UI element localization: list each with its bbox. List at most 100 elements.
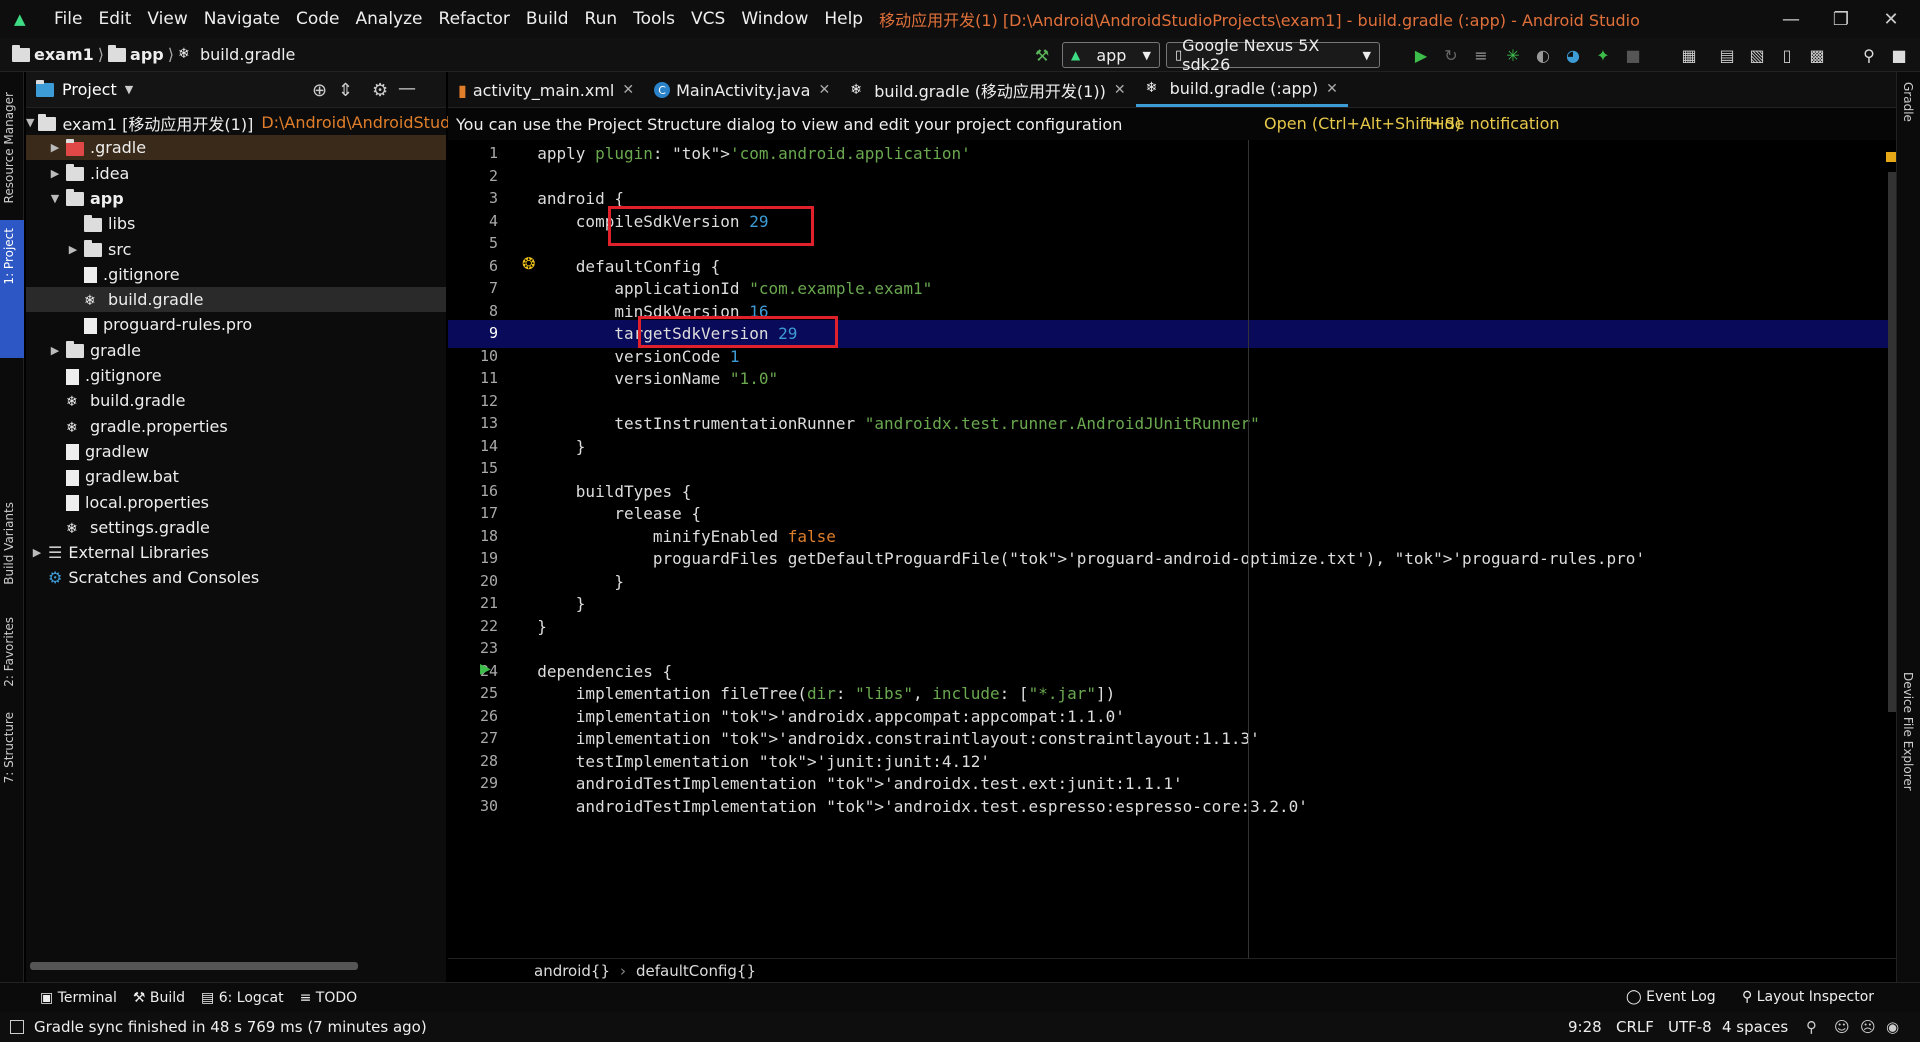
tool-logcat[interactable]: ▤ 6: Logcat bbox=[201, 990, 284, 1006]
search-icon[interactable]: ⚲ bbox=[1858, 42, 1880, 68]
sync-gradle-icon[interactable]: ▦ bbox=[1678, 42, 1700, 68]
tab-mainactivity-java[interactable]: C MainActivity.java ✕ bbox=[644, 73, 840, 107]
crumb-defaultconfig[interactable]: defaultConfig{} bbox=[636, 962, 756, 980]
menu-run[interactable]: Run bbox=[577, 9, 626, 29]
file-encoding[interactable]: UTF-8 bbox=[1668, 1018, 1712, 1036]
tree-item[interactable]: ❄ build.gradle bbox=[26, 287, 446, 313]
tool-build[interactable]: ⚒ Build bbox=[133, 990, 185, 1006]
intention-bulb-icon[interactable]: ❂ bbox=[522, 254, 535, 273]
run-config-select[interactable]: ▲ app ▼ bbox=[1062, 42, 1160, 68]
chevron-down-icon[interactable]: ▼ bbox=[125, 83, 133, 96]
tab-build-gradle-app[interactable]: ❄ build.gradle (:app) ✕ bbox=[1135, 73, 1348, 107]
hide-notification-link[interactable]: Hide notification bbox=[1428, 114, 1560, 133]
tool-build-variants[interactable]: Build Variants bbox=[2, 502, 16, 585]
collapse-all-icon[interactable]: ⇕ bbox=[338, 80, 353, 101]
code-editor[interactable]: apply plugin: "tok">'com.android.applica… bbox=[518, 140, 1896, 958]
tool-layout-inspector[interactable]: ⚲ Layout Inspector bbox=[1742, 989, 1874, 1005]
tool-favorites[interactable]: 2: Favorites bbox=[2, 617, 16, 687]
inspection-status-icon[interactable] bbox=[1886, 152, 1896, 162]
menu-help[interactable]: Help bbox=[816, 9, 871, 29]
tree-item[interactable]: .gitignore bbox=[26, 363, 446, 388]
menu-vcs[interactable]: VCS bbox=[683, 9, 733, 29]
smiley-icon[interactable]: ☺ bbox=[1834, 1018, 1850, 1036]
tree-item[interactable]: ❄ settings.gradle bbox=[26, 515, 446, 540]
tab-activity-main-xml[interactable]: ▮ activity_main.xml ✕ bbox=[448, 73, 644, 107]
hide-panel-icon[interactable]: — bbox=[398, 78, 416, 99]
menu-build[interactable]: Build bbox=[518, 9, 577, 29]
tree-item[interactable]: gradlew.bat bbox=[26, 464, 446, 489]
restore-icon[interactable]: ❐ bbox=[1816, 0, 1866, 38]
stop-icon[interactable]: ■ bbox=[1622, 42, 1644, 68]
tool-event-log[interactable]: ◯ Event Log bbox=[1626, 989, 1716, 1005]
tree-item[interactable]: ❄ build.gradle bbox=[26, 388, 446, 413]
tree-item[interactable]: .gitignore bbox=[26, 262, 446, 287]
tree-item[interactable]: ▼ app bbox=[26, 186, 446, 211]
menu-code[interactable]: Code bbox=[288, 9, 348, 29]
project-structure-icon[interactable]: ▩ bbox=[1806, 42, 1828, 68]
locate-file-icon[interactable]: ⊕ bbox=[312, 80, 327, 101]
tool-structure[interactable]: 7: Structure bbox=[2, 712, 16, 783]
expanded-arrow-icon[interactable]: ▼ bbox=[48, 192, 62, 205]
tool-terminal[interactable]: ▣ Terminal bbox=[40, 990, 117, 1006]
menu-file[interactable]: File bbox=[46, 9, 90, 29]
tree-item[interactable]: ▼ exam1 [移动应用开发(1)] D:\Android\AndroidStud… bbox=[26, 110, 455, 135]
collapsed-arrow-icon[interactable]: ▶ bbox=[48, 344, 62, 357]
lock-icon[interactable]: ⚲ bbox=[1806, 1018, 1817, 1036]
line-separator[interactable]: CRLF bbox=[1616, 1018, 1654, 1036]
crumb-module[interactable]: app bbox=[130, 45, 164, 64]
crumb-android[interactable]: android{} bbox=[534, 962, 610, 980]
tree-item[interactable]: ⚙ Scratches and Consoles bbox=[26, 565, 446, 590]
tool-device-file-explorer[interactable]: Device File Explorer bbox=[1901, 672, 1915, 791]
close-tab-icon[interactable]: ✕ bbox=[622, 82, 634, 98]
profile-icon[interactable]: ◕ bbox=[1562, 42, 1584, 68]
gear-icon[interactable]: ⚙ bbox=[372, 80, 388, 101]
device-manager-icon[interactable]: ▯ bbox=[1776, 42, 1798, 68]
tool-todo[interactable]: ≡ TODO bbox=[300, 990, 358, 1006]
vertical-scrollbar[interactable] bbox=[1888, 172, 1896, 712]
sdk-manager-icon[interactable]: ▧ bbox=[1746, 42, 1768, 68]
collapsed-arrow-icon[interactable]: ▶ bbox=[48, 167, 62, 180]
status-message[interactable]: Gradle sync finished in 48 s 769 ms (7 m… bbox=[34, 1018, 427, 1036]
menu-navigate[interactable]: Navigate bbox=[196, 9, 288, 29]
horizontal-scrollbar[interactable] bbox=[30, 962, 358, 970]
debug-icon[interactable]: ✳ bbox=[1502, 42, 1524, 68]
menu-window[interactable]: Window bbox=[733, 9, 816, 29]
crumb-file[interactable]: build.gradle bbox=[200, 45, 295, 64]
tree-item[interactable]: gradlew bbox=[26, 439, 446, 464]
minimize-icon[interactable]: — bbox=[1766, 0, 1816, 38]
tree-item[interactable]: ▶ .idea bbox=[26, 161, 446, 186]
expanded-arrow-icon[interactable]: ▼ bbox=[26, 116, 34, 129]
close-tab-icon[interactable]: ✕ bbox=[818, 82, 830, 98]
device-select[interactable]: ▯ Google Nexus 5X sdk26 ▼ bbox=[1166, 36, 1380, 74]
tab-build-gradle-project[interactable]: ❄ build.gradle (移动应用开发(1)) ✕ bbox=[840, 73, 1135, 107]
caret-position[interactable]: 9:28 bbox=[1568, 1018, 1602, 1036]
menu-analyze[interactable]: Analyze bbox=[348, 9, 431, 29]
tree-item[interactable]: ▶ ☰ External Libraries bbox=[26, 540, 446, 565]
tree-item[interactable]: ▶ gradle bbox=[26, 338, 446, 363]
avd-manager-icon[interactable]: ▤ bbox=[1716, 42, 1738, 68]
tree-item[interactable]: ▶ src bbox=[26, 237, 446, 262]
close-tab-icon[interactable]: ✕ bbox=[1114, 82, 1126, 98]
frown-icon[interactable]: ☹ bbox=[1860, 1018, 1876, 1036]
apply-code-changes-icon[interactable]: ≡ bbox=[1470, 42, 1492, 68]
indent-setting[interactable]: 4 spaces bbox=[1722, 1018, 1788, 1036]
collapsed-arrow-icon[interactable]: ▶ bbox=[30, 546, 44, 559]
project-view-title[interactable]: Project bbox=[62, 80, 117, 99]
code-line[interactable]: androidTestImplementation "tok">'android… bbox=[518, 793, 1896, 821]
tree-item[interactable]: ❄ gradle.properties bbox=[26, 414, 446, 439]
make-project-hammer-icon[interactable]: ⚒ bbox=[1030, 42, 1054, 68]
collapsed-arrow-icon[interactable]: ▶ bbox=[48, 141, 62, 154]
tree-item[interactable]: local.properties bbox=[26, 490, 446, 515]
tool-windows-toggle-icon[interactable] bbox=[10, 1020, 24, 1034]
attach-debugger-icon[interactable]: ◐ bbox=[1532, 42, 1554, 68]
menu-refactor[interactable]: Refactor bbox=[431, 9, 518, 29]
tree-item[interactable]: libs bbox=[26, 211, 446, 236]
apply-changes-icon[interactable]: ↻ bbox=[1440, 42, 1462, 68]
crumb-project[interactable]: exam1 bbox=[34, 45, 94, 64]
menu-tools[interactable]: Tools bbox=[625, 9, 683, 29]
collapsed-arrow-icon[interactable]: ▶ bbox=[66, 243, 80, 256]
menu-edit[interactable]: Edit bbox=[90, 9, 139, 29]
tool-resource-manager[interactable]: Resource Manager bbox=[2, 92, 16, 203]
menu-view[interactable]: View bbox=[139, 9, 195, 29]
attach-process-icon[interactable]: ✦ bbox=[1592, 42, 1614, 68]
